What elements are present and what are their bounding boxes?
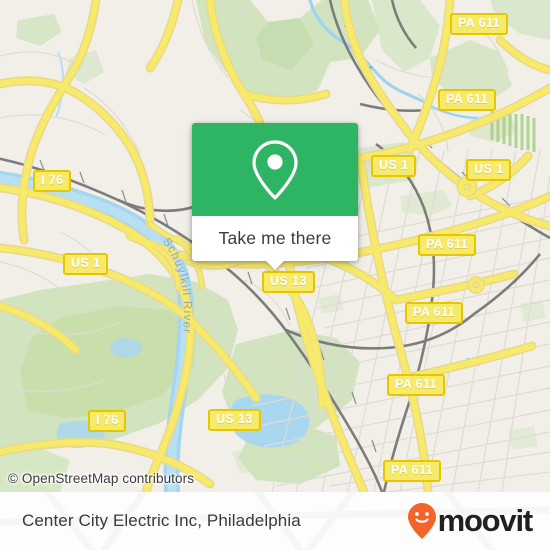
popup-pin-panel	[192, 123, 358, 216]
road-shield-us-13-center: US 13	[262, 271, 315, 293]
road-shield-us-1-left: US 1	[63, 253, 109, 275]
road-shield-pa-611-bottom: PA 611	[383, 460, 442, 482]
moovit-wordmark: moovit	[437, 503, 534, 538]
road-shield-pa-611-top: PA 611	[450, 13, 509, 35]
moovit-smiley-pin-icon	[407, 503, 436, 539]
road-shield-us-1-center: US 1	[371, 155, 417, 177]
road-shield-pa-611-upper: PA 611	[438, 89, 497, 111]
moovit-logo[interactable]: moovit	[407, 502, 534, 540]
location-pin-icon	[252, 139, 298, 200]
take-me-there-button[interactable]: Take me there	[192, 216, 358, 261]
road-shield-i-76-upper: I 76	[33, 170, 72, 192]
place-title: Center City Electric Inc, Philadelphia	[22, 511, 301, 530]
road-shield-pa-611-lower: PA 611	[387, 374, 446, 396]
popup-pointer	[265, 260, 285, 270]
footer-bar: Center City Electric Inc, Philadelphia m…	[0, 492, 550, 550]
take-me-there-label: Take me there	[218, 228, 332, 248]
road-shield-us-13-lower: US 13	[208, 409, 261, 431]
road-shield-pa-611-midlow: PA 611	[405, 302, 464, 324]
place-popup-card[interactable]: Take me there	[192, 123, 358, 270]
road-shield-i-76-lower: I 76	[88, 410, 127, 432]
osm-attribution[interactable]: © OpenStreetMap contributors	[8, 471, 194, 486]
road-shield-us-1-right: US 1	[466, 159, 512, 181]
road-shield-pa-611-mid: PA 611	[418, 234, 477, 256]
moovit-map-screenshot: Schuylkill River PA 611 PA 611 US 1 US 1 PA …	[0, 0, 550, 550]
